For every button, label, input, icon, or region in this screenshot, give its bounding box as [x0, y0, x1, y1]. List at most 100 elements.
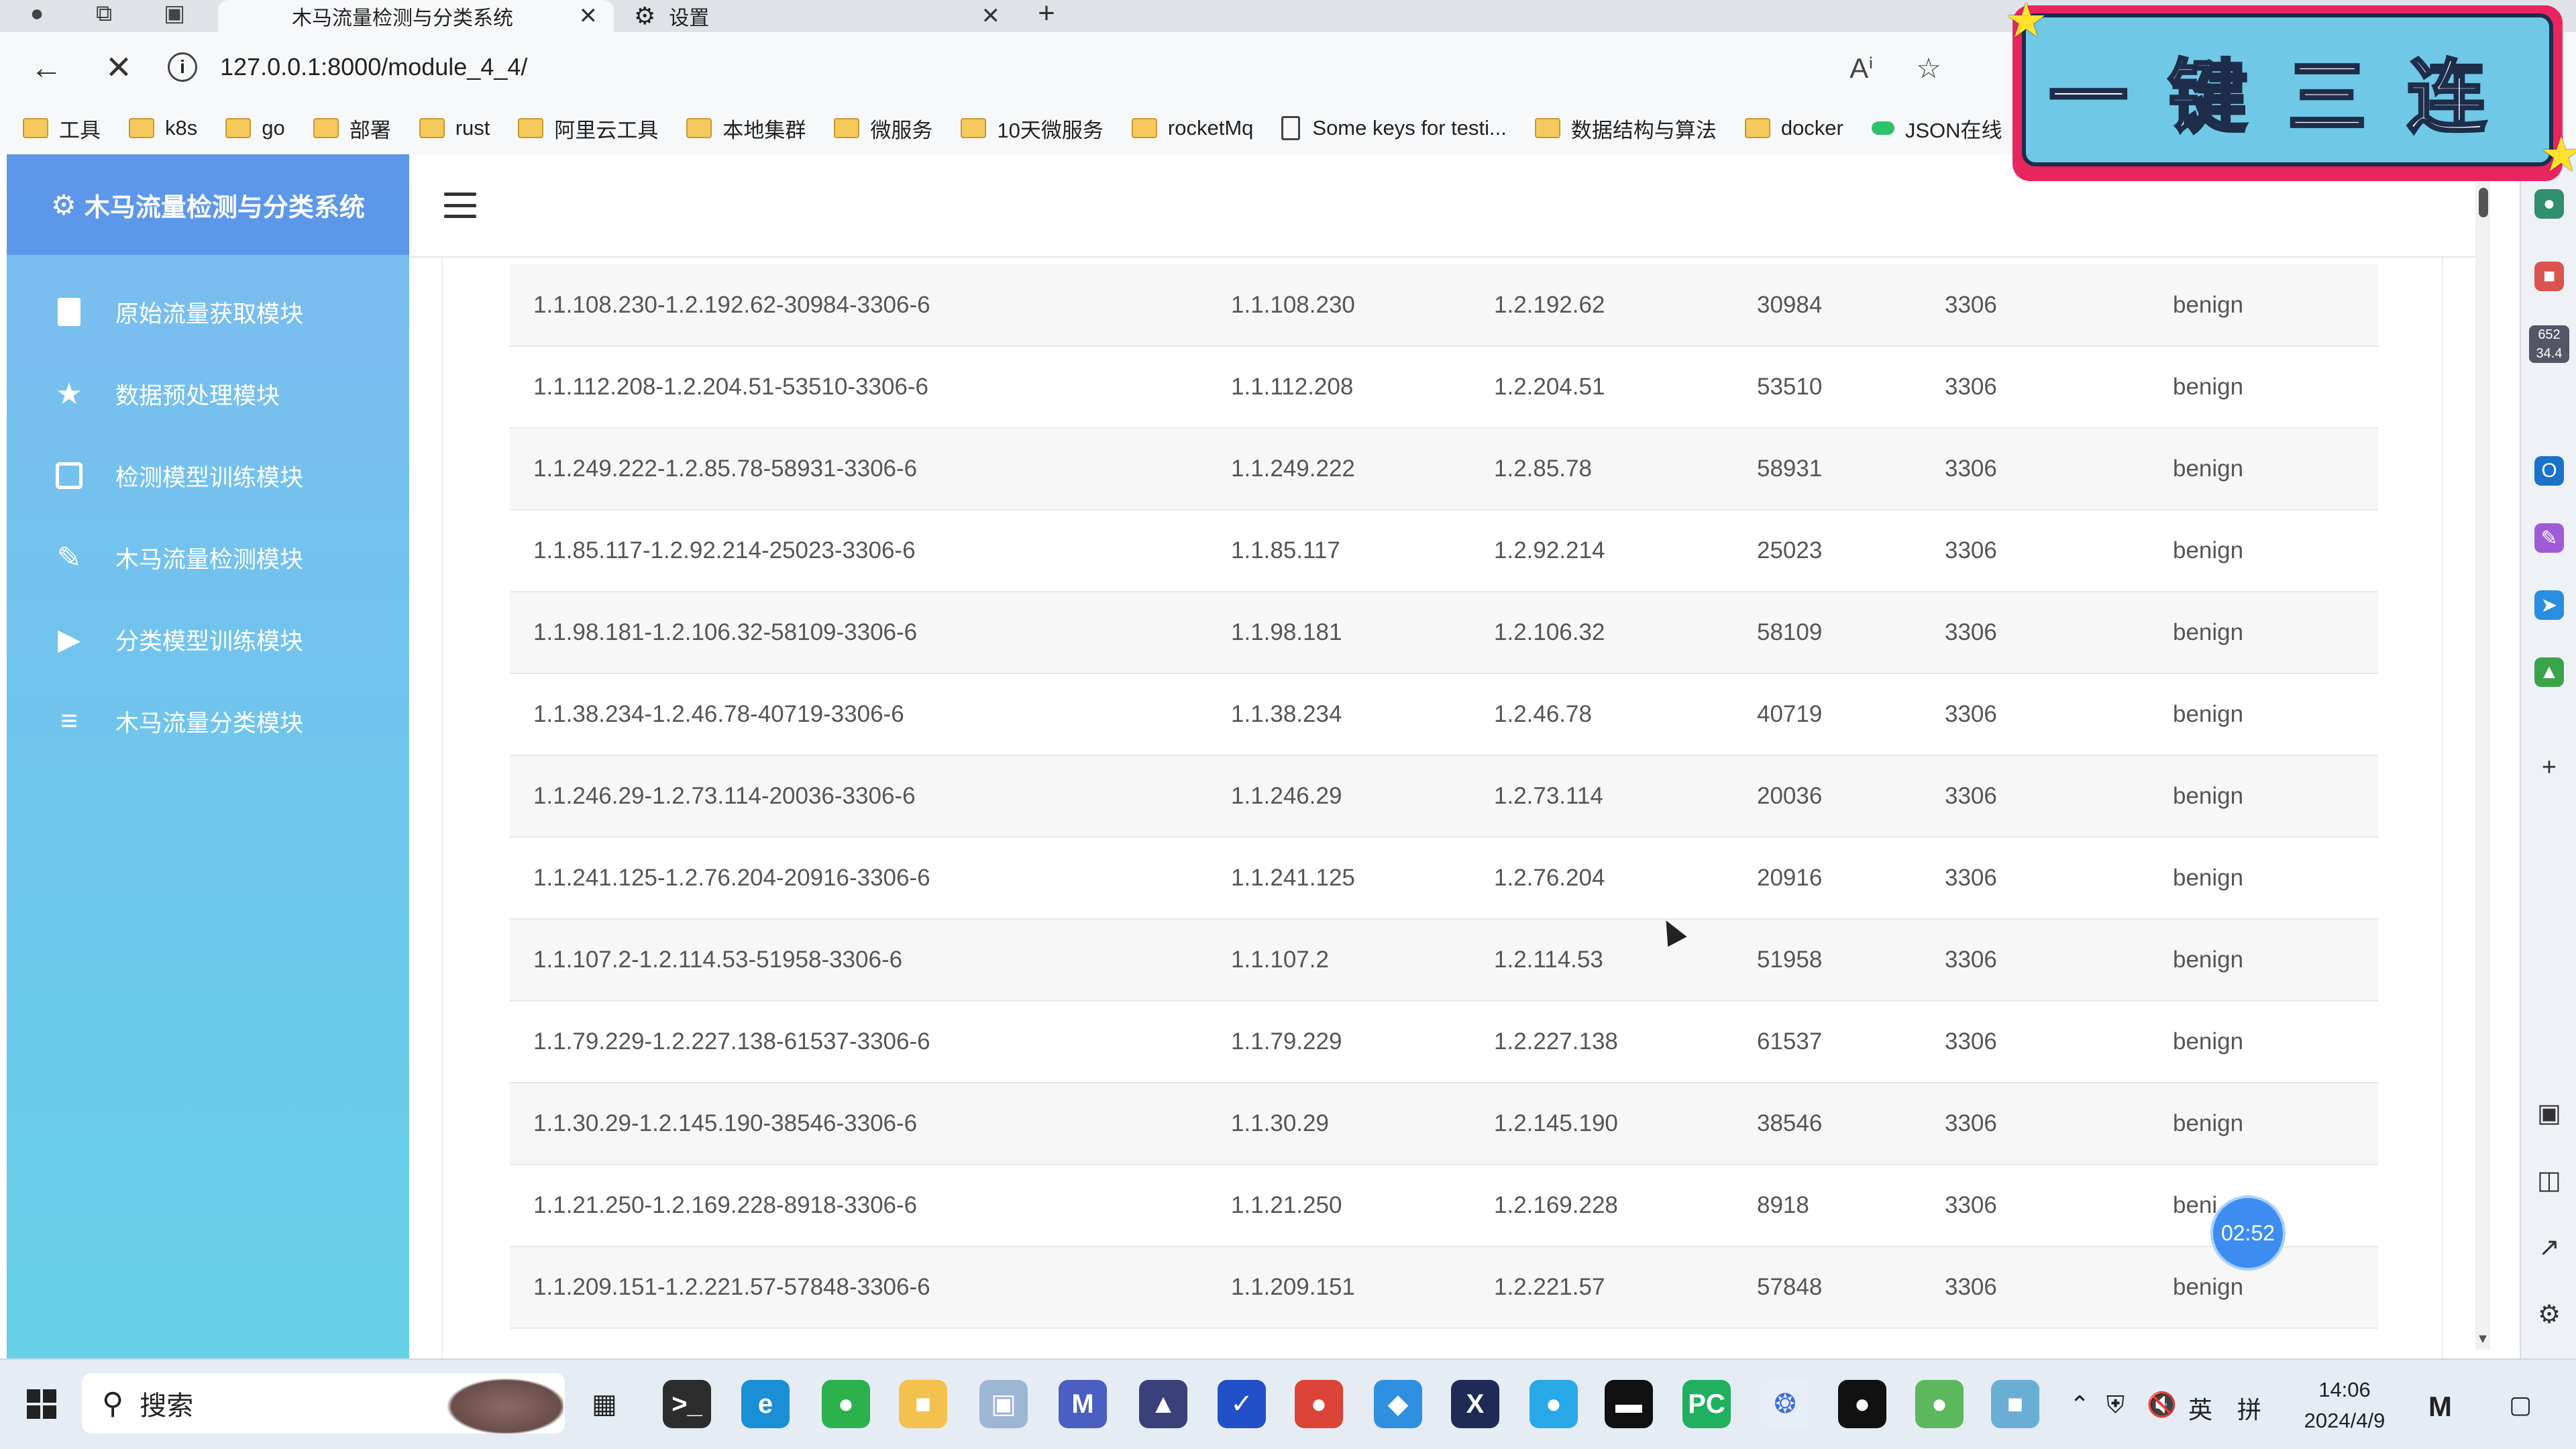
notes-app-icon[interactable]: ■ [1991, 1380, 2039, 1428]
network-app-icon[interactable]: ❂ [1761, 1380, 1809, 1428]
outlook-icon[interactable]: O [2534, 456, 2564, 486]
folder-icon [834, 118, 860, 138]
menu-item-preprocess[interactable]: ★ 数据预处理模块 [7, 353, 409, 435]
bookmark-item[interactable]: rust [419, 116, 490, 140]
indent-icon: ≡ [60, 704, 78, 737]
src-port-cell: 61537 [1733, 1001, 1921, 1083]
star-icon: ★ [2539, 128, 2576, 182]
ime-language[interactable]: 英 [2188, 1391, 2212, 1426]
scrollbar-thumb[interactable] [2479, 188, 2488, 217]
bookmark-item[interactable]: 阿里云工具 [518, 113, 658, 144]
pycharm-icon[interactable]: PC [1682, 1380, 1731, 1428]
photos-icon[interactable]: ▣ [979, 1380, 1028, 1428]
close-tab-icon[interactable]: ✕ [981, 3, 1001, 30]
notifications-icon[interactable]: ▢ [2509, 1391, 2532, 1419]
ime-mode[interactable]: 拼 [2237, 1391, 2261, 1426]
new-tab-button[interactable]: + [1026, 0, 1067, 30]
open-external-icon[interactable]: ↗ [2533, 1231, 2565, 1263]
menu-item-trojan-detect[interactable]: ✎ 木马流量检测模块 [7, 517, 409, 598]
src-port-cell: 20036 [1733, 755, 1921, 838]
edge-browser-icon[interactable]: e [741, 1380, 790, 1428]
tab-actions-icon[interactable]: ▣ [151, 0, 198, 27]
wechat-icon[interactable]: ● [822, 1380, 870, 1428]
add-icon[interactable]: + [2533, 751, 2565, 784]
brand-header[interactable]: ⚙ 木马流量检测与分类系统 [7, 154, 409, 255]
windows-start-icon[interactable] [27, 1389, 56, 1419]
terminal-icon[interactable]: >_ [663, 1380, 711, 1428]
tab-main[interactable]: 木马流量检测与分类系统 ✕ [218, 0, 614, 32]
close-tab-icon[interactable]: ✕ [579, 3, 598, 30]
show-hidden-icons-icon[interactable]: ⌃ [2070, 1391, 2090, 1419]
bookmark-label: 数据结构与算法 [1570, 118, 1717, 142]
stop-loading-button[interactable]: ✕ [95, 44, 142, 91]
cat-app-icon[interactable]: ▲ [1139, 1380, 1187, 1428]
shield-app-icon[interactable]: ✓ [1218, 1380, 1266, 1428]
bookmark-item[interactable]: 10天微服务 [961, 113, 1104, 144]
bookmark-item[interactable]: 部署 [313, 113, 391, 144]
system-clock[interactable]: 14:06 2024/4/9 [2288, 1375, 2402, 1436]
settings-gear-icon[interactable]: ⚙ [2533, 1298, 2565, 1330]
src-ip-cell: 1.1.98.181 [1208, 592, 1470, 674]
volume-muted-icon[interactable]: 🔇 [2147, 1391, 2177, 1419]
folder-icon [313, 118, 339, 138]
bookmark-item[interactable]: JSON在线 [1871, 113, 2002, 144]
src-port-cell: 51958 [1733, 919, 1921, 1002]
color-app-icon[interactable]: ● [1915, 1380, 1964, 1428]
menu-item-raw-traffic[interactable]: 原始流量获取模块 [7, 271, 409, 353]
screenshot-icon[interactable]: ▣ [2533, 1097, 2565, 1129]
markdown-tray-icon[interactable]: M [2428, 1391, 2452, 1423]
console-app-icon[interactable]: ▬ [1605, 1380, 1653, 1428]
app-sidebar: ⚙ 木马流量检测与分类系统 原始流量获取模块 ★ 数据预处理模块 检测模型训练模… [7, 154, 409, 1358]
designer-icon[interactable]: ✎ [2534, 523, 2564, 553]
dst-port-cell: 3306 [1921, 1001, 2149, 1083]
profile-icon[interactable]: ● [13, 0, 60, 27]
chat-app-icon[interactable]: ● [1529, 1380, 1578, 1428]
tree-icon[interactable]: ▲ [2534, 657, 2564, 687]
src-ip-cell: 1.1.112.208 [1208, 346, 1470, 429]
bookmark-item[interactable]: docker [1744, 116, 1843, 140]
label-cell: benign [2149, 919, 2378, 1002]
ide-app-icon[interactable]: X [1451, 1380, 1499, 1428]
folder-icon [1131, 118, 1157, 138]
dst-ip-cell: 1.2.204.51 [1470, 346, 1733, 429]
bookmark-item[interactable]: 本地集群 [686, 113, 806, 144]
menu-item-trojan-classify[interactable]: ≡ 木马流量分类模块 [7, 680, 409, 762]
qq-icon[interactable]: ● [1838, 1380, 1886, 1428]
file-explorer-icon[interactable]: ■ [899, 1380, 947, 1428]
bookmark-item[interactable]: go [225, 116, 285, 140]
security-tray-icon[interactable]: ⛨ [2106, 1391, 2125, 1419]
copilot-icon[interactable]: ● [2534, 189, 2564, 219]
send-icon[interactable]: ➤ [2534, 590, 2564, 620]
markdown-app-icon[interactable]: M [1059, 1380, 1107, 1428]
edit-icon: ✎ [56, 541, 82, 574]
sidebar-toggle-icon[interactable]: ◫ [2533, 1164, 2565, 1196]
search-highlight-image [436, 1373, 564, 1434]
content-area: 1.1.108.230-1.2.192.62-30984-3306-6 1.1.1… [441, 258, 2443, 1358]
flow-id-cell: 1.1.85.117-1.2.92.214-25023-3306-6 [510, 510, 1208, 592]
scroll-down-arrow-icon[interactable]: ▼ [2475, 1332, 2490, 1347]
bookmark-item[interactable]: 微服务 [834, 113, 932, 144]
page-scrollbar[interactable]: ▼ [2475, 182, 2490, 1350]
url-field[interactable]: i 127.0.0.1:8000/module_4_4/ [168, 43, 1979, 91]
bookmark-item[interactable]: 数据结构与算法 [1534, 113, 1717, 144]
bookmark-item[interactable]: Some keys for testi... [1281, 116, 1507, 140]
dst-ip-cell: 1.2.73.114 [1470, 755, 1733, 838]
bookmark-item[interactable]: rocketMq [1131, 116, 1253, 140]
shopping-icon[interactable]: ■ [2534, 262, 2564, 291]
label-cell: benign [2149, 592, 2378, 674]
task-view-icon[interactable]: ▦ [580, 1380, 629, 1428]
bookmark-item[interactable]: 工具 [23, 113, 101, 144]
read-aloud-icon[interactable]: Aⁱ [1838, 44, 1885, 91]
back-button[interactable]: ← [23, 44, 70, 91]
diamond-app-icon[interactable]: ◆ [1374, 1380, 1422, 1428]
menu-item-classify-train[interactable]: ▶ 分类模型训练模块 [7, 598, 409, 680]
hamburger-menu-icon[interactable] [444, 193, 476, 218]
site-info-icon[interactable]: i [168, 52, 197, 82]
bookmark-label: 部署 [349, 118, 391, 142]
menu-item-detect-train[interactable]: 检测模型训练模块 [7, 435, 409, 517]
chrome-icon[interactable]: ● [1295, 1380, 1343, 1428]
favorite-star-icon[interactable]: ☆ [1905, 44, 1952, 91]
tab-settings[interactable]: ⚙ 设置 ✕ [614, 0, 1016, 32]
bookmark-item[interactable]: k8s [129, 116, 197, 140]
collections-icon[interactable]: ⧉ [80, 0, 127, 27]
